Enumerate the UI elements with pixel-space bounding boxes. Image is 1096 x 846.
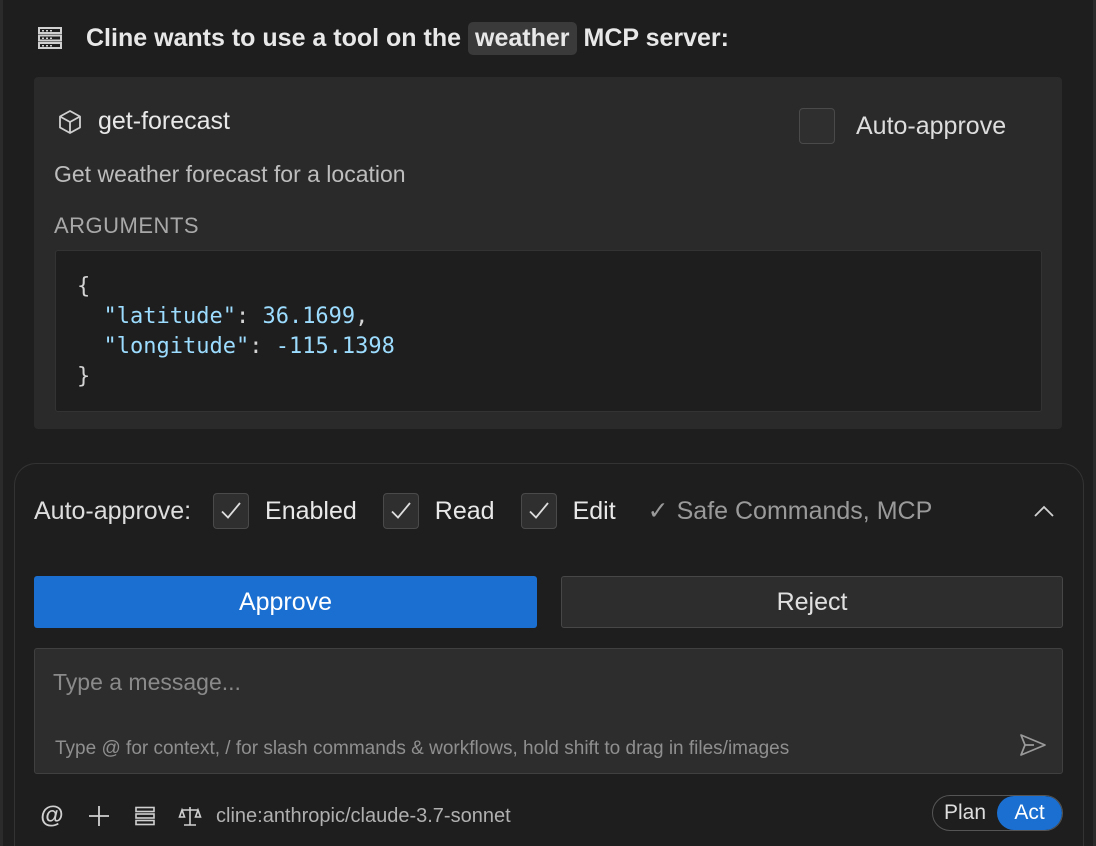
send-icon[interactable] (1018, 730, 1048, 760)
check-icon (221, 502, 241, 519)
auto-approve-label: Auto-approve: (34, 496, 192, 525)
approve-button[interactable]: Approve (34, 576, 537, 628)
arguments-label: ARGUMENTS (54, 213, 200, 238)
scale-icon[interactable] (178, 804, 202, 828)
json-key: "latitude" (103, 304, 236, 329)
message-placeholder: Type a message... (53, 669, 241, 695)
tool-name-row: get-forecast (56, 107, 230, 136)
header-title: Cline wants to use a tool on the weather… (86, 21, 729, 55)
code-open-brace: { (77, 274, 91, 299)
enabled-label: Enabled (265, 496, 357, 525)
reject-button[interactable]: Reject (561, 576, 1063, 628)
check-icon (391, 502, 411, 519)
input-toolbar: @ cline:anthropic/claude-3.7-sonnet (40, 798, 511, 834)
edit-checkbox[interactable] (520, 493, 557, 529)
read-checkbox[interactable] (382, 493, 419, 529)
message-hint: Type @ for context, / for slash commands… (55, 738, 790, 759)
chevron-up-icon[interactable] (1030, 498, 1058, 526)
json-key: "longitude" (103, 334, 250, 359)
edit-label: Edit (572, 496, 616, 525)
code-close-brace: } (77, 364, 91, 389)
tool-auto-approve-checkbox[interactable] (799, 108, 835, 144)
cube-icon (59, 109, 81, 134)
panel-border-left (0, 0, 3, 846)
cline-tool-approval-panel: Cline wants to use a tool on the weather… (0, 0, 1096, 846)
code-line: "longitude": -115.1398 (103, 334, 395, 359)
header-prefix: Cline wants to use a tool on the (86, 23, 462, 52)
tool-auto-approve-toggle[interactable]: Auto-approve (799, 108, 1006, 144)
json-comma: , (355, 304, 369, 329)
read-label: Read (434, 496, 495, 525)
auto-approve-summary: ✓ Safe Commands, MCP (648, 496, 933, 526)
header-suffix: MCP server: (583, 23, 729, 52)
auto-approve-summary-text: Safe Commands, MCP (676, 496, 933, 525)
mention-icon[interactable]: @ (40, 802, 64, 830)
tool-card: get-forecast Auto-approve Get weather fo… (34, 77, 1062, 429)
json-value: 36.1699 (262, 304, 356, 329)
tool-request-header: Cline wants to use a tool on the weather… (36, 18, 729, 58)
plan-mode-button[interactable]: Plan (933, 796, 997, 830)
check-icon (528, 502, 549, 519)
json-value: -115.1398 (275, 334, 395, 359)
server-name-badge: weather (468, 21, 577, 55)
tool-description: Get weather forecast for a location (54, 161, 406, 187)
tool-name: get-forecast (98, 107, 231, 135)
plus-icon[interactable] (86, 803, 112, 829)
code-line: "latitude": 36.1699, (103, 304, 369, 329)
plan-act-toggle[interactable]: Plan Act (932, 795, 1063, 831)
summary-check-icon: ✓ (647, 497, 669, 525)
model-selector[interactable]: cline:anthropic/claude-3.7-sonnet (216, 805, 511, 828)
arguments-code-block: { "latitude": 36.1699, "longitude": -115… (55, 250, 1042, 412)
auto-approve-bar[interactable]: Auto-approve: Enabled Read Edit ✓ Safe C… (34, 491, 932, 531)
enabled-checkbox[interactable] (213, 493, 250, 529)
tool-auto-approve-label: Auto-approve (856, 111, 1007, 140)
server-icon[interactable] (134, 805, 156, 827)
message-input[interactable]: Type a message... Type @ for context, / … (34, 648, 1063, 774)
act-mode-button[interactable]: Act (997, 796, 1062, 830)
server-icon (38, 27, 62, 49)
